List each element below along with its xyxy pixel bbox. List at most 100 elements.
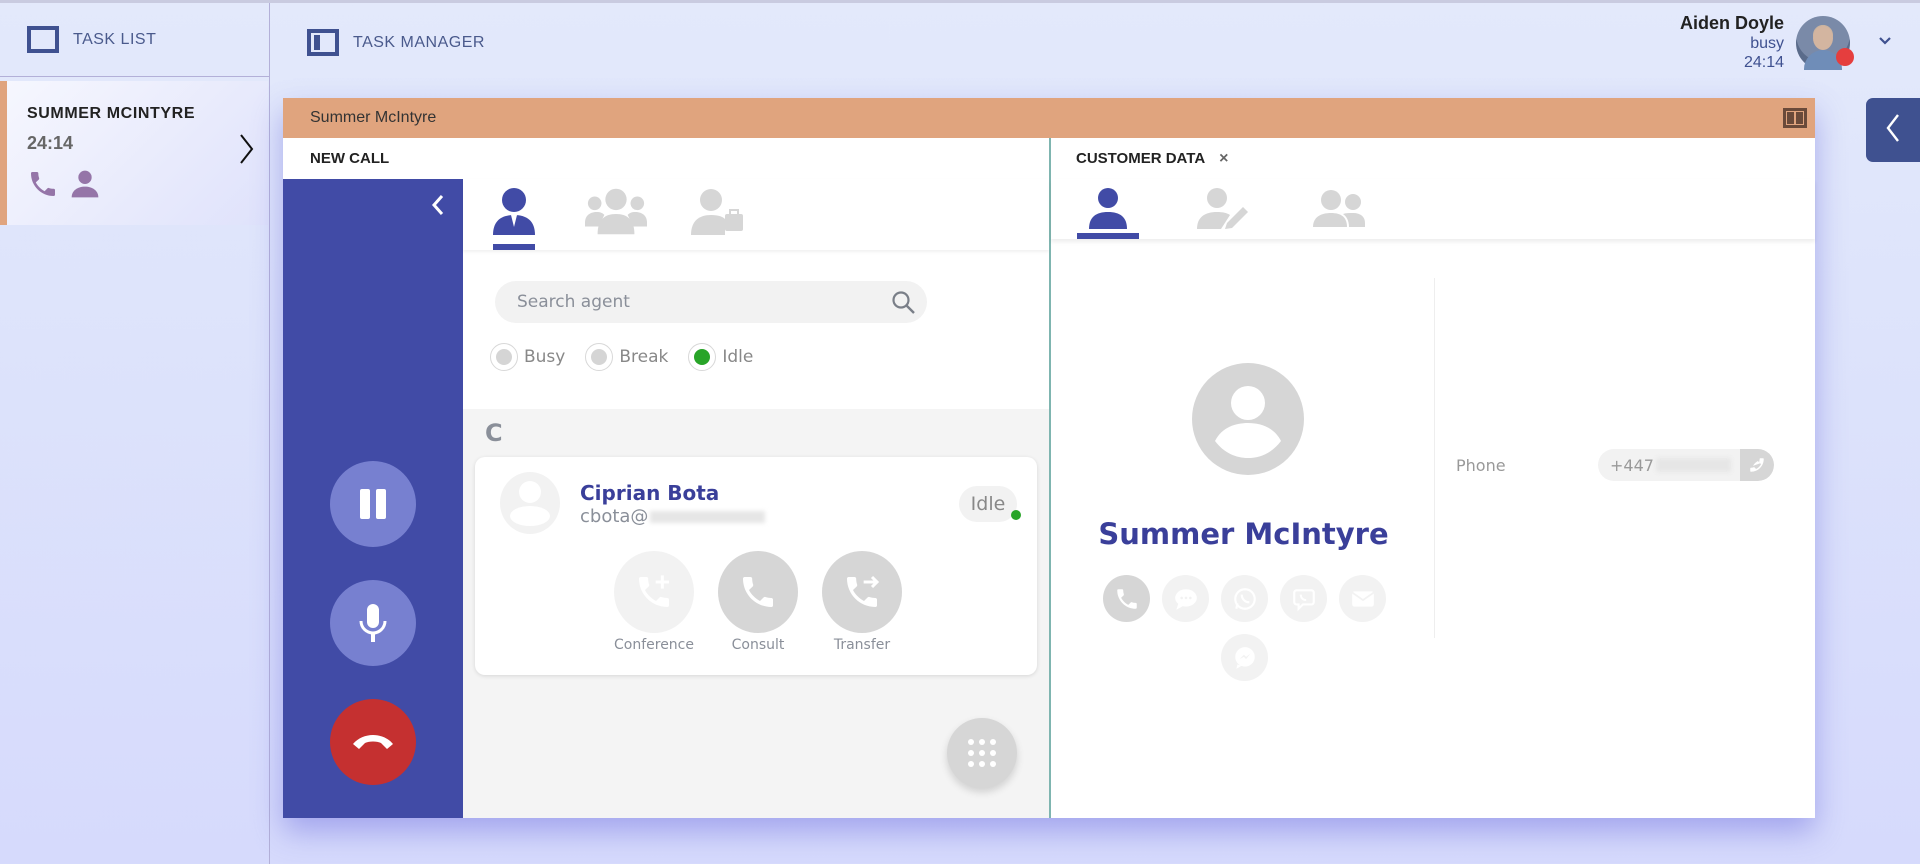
customer-tabs	[1051, 179, 1815, 239]
hold-button[interactable]	[330, 461, 416, 547]
filter-busy-label: Busy	[524, 347, 566, 367]
search-icon[interactable]	[891, 290, 917, 321]
agent-name: Ciprian Bota	[580, 481, 720, 505]
transfer-button[interactable]: Transfer	[821, 551, 903, 653]
customer-data-pane: CUSTOMER DATA × Summer McIntyre Phone +4…	[1049, 138, 1815, 818]
channel-messenger-button[interactable]	[1221, 634, 1268, 681]
hangup-button[interactable]	[330, 699, 416, 785]
tab-agents[interactable]	[483, 179, 545, 250]
tab-related-contacts[interactable]	[1309, 179, 1371, 239]
phone-icon	[743, 577, 773, 607]
group-letter: C	[485, 419, 503, 447]
agent-actions: Conference Consult Transfer	[613, 551, 903, 653]
agent-group-icon	[585, 188, 647, 235]
agent-tabs	[463, 179, 1049, 250]
task-item[interactable]: SUMMER MCINTYRE 24:14	[0, 81, 268, 225]
customer-data-label: CUSTOMER DATA	[1076, 150, 1206, 167]
agent-icon	[493, 188, 535, 235]
user-profile[interactable]: Aiden Doyle busy 24:14	[1679, 13, 1854, 72]
pause-icon	[360, 489, 386, 519]
conference-button[interactable]: Conference	[613, 551, 695, 653]
side-panel-toggle-button[interactable]	[1866, 98, 1920, 162]
agent-directory: Busy Break Idle C Ciprian B	[463, 179, 1049, 818]
task-window-title-bar: Summer McIntyre	[283, 98, 1815, 138]
viber-icon	[1292, 588, 1315, 611]
user-name: Aiden Doyle	[1679, 13, 1784, 33]
filter-busy[interactable]: Busy	[490, 343, 565, 371]
chevron-left-icon	[1885, 112, 1901, 149]
task-manager-toggle-icon[interactable]	[307, 29, 339, 56]
agent-card[interactable]: Ciprian Bota cbota@ Idle Conference Cons…	[475, 457, 1037, 675]
task-duration: 24:14	[27, 133, 74, 153]
channel-whatsapp-button[interactable]	[1221, 575, 1268, 622]
new-call-pane: NEW CALL Search agent Busy Break Idle C …	[283, 138, 1049, 818]
close-icon[interactable]: ×	[1219, 150, 1228, 168]
dialpad-button[interactable]	[947, 718, 1017, 788]
task-list-toggle-icon[interactable]	[27, 26, 59, 53]
tab-agent-groups[interactable]	[585, 179, 647, 250]
phone-field-label: Phone	[1456, 455, 1506, 475]
channel-email-button[interactable]	[1339, 575, 1386, 622]
task-list-title: TASK LIST	[73, 30, 157, 48]
agent-email-prefix: cbota@	[580, 506, 649, 527]
busy-status-dot	[1836, 47, 1854, 66]
split-layout-icon[interactable]	[1783, 108, 1807, 128]
channel-chat-button[interactable]	[1162, 575, 1209, 622]
consult-button[interactable]: Consult	[717, 551, 799, 653]
tab-agent-departments[interactable]	[687, 179, 749, 250]
radio-break[interactable]	[585, 343, 614, 371]
phone-icon	[1116, 588, 1137, 609]
phone-icon	[27, 168, 59, 205]
email-icon	[1351, 590, 1374, 607]
call-phone-button[interactable]	[1740, 449, 1774, 481]
tab-edit-customer[interactable]	[1193, 179, 1255, 239]
person-placeholder-icon	[1192, 363, 1304, 475]
task-name: SUMMER MCINTYRE	[27, 105, 196, 122]
hangup-icon	[353, 735, 393, 749]
radio-idle[interactable]	[688, 343, 717, 371]
idle-status-dot	[1011, 510, 1021, 520]
task-window: Summer McIntyre NEW CALL Search agent Bu…	[283, 98, 1815, 818]
mute-button[interactable]	[330, 580, 416, 666]
people-icon	[1313, 190, 1365, 227]
phone-icon	[1750, 458, 1764, 472]
messenger-icon	[1234, 646, 1255, 669]
agent-status-badge: Idle	[959, 486, 1021, 522]
redacted-text	[650, 510, 766, 523]
chevron-right-icon[interactable]	[238, 133, 254, 173]
profile-divider	[1434, 278, 1435, 638]
customer-avatar	[1192, 363, 1304, 480]
consult-label: Consult	[731, 637, 785, 653]
collapse-chevron-icon[interactable]	[431, 193, 445, 224]
task-list-panel: TASK LIST SUMMER MCINTYRE 24:14	[0, 3, 270, 864]
agent-business-icon	[691, 189, 743, 235]
new-call-label: NEW CALL	[310, 150, 390, 167]
user-status-time: 24:14	[1743, 54, 1784, 71]
agent-status-label: Idle	[970, 493, 1006, 515]
person-icon	[1089, 188, 1127, 229]
customer-data-header: CUSTOMER DATA ×	[1051, 138, 1815, 179]
person-placeholder-icon	[510, 481, 550, 526]
avatar[interactable]	[1796, 15, 1854, 70]
channel-viber-button[interactable]	[1280, 575, 1327, 622]
phone-number-value: +447	[1598, 449, 1774, 481]
search-agent-input[interactable]	[517, 292, 877, 312]
user-status: busy	[1750, 35, 1784, 52]
task-manager-header: TASK MANAGER	[307, 29, 485, 56]
transfer-call-icon	[847, 575, 880, 607]
agent-filter: Busy Break Idle	[463, 250, 1049, 409]
filter-break[interactable]: Break	[585, 343, 668, 371]
status-filter: Busy Break Idle	[490, 343, 1049, 371]
task-window-title: Summer McIntyre	[310, 109, 437, 126]
channel-phone-button[interactable]	[1103, 575, 1150, 622]
phone-number-prefix: +447	[1610, 455, 1654, 475]
filter-idle-label: Idle	[722, 347, 754, 367]
whatsapp-icon	[1233, 587, 1256, 610]
task-list-header: TASK LIST	[0, 3, 269, 77]
radio-busy[interactable]	[490, 343, 518, 371]
transfer-label: Transfer	[833, 637, 891, 653]
conference-label: Conference	[613, 637, 694, 653]
tab-customer-profile[interactable]	[1077, 179, 1139, 239]
chevron-down-icon[interactable]	[1878, 33, 1892, 49]
filter-idle[interactable]: Idle	[688, 343, 753, 371]
